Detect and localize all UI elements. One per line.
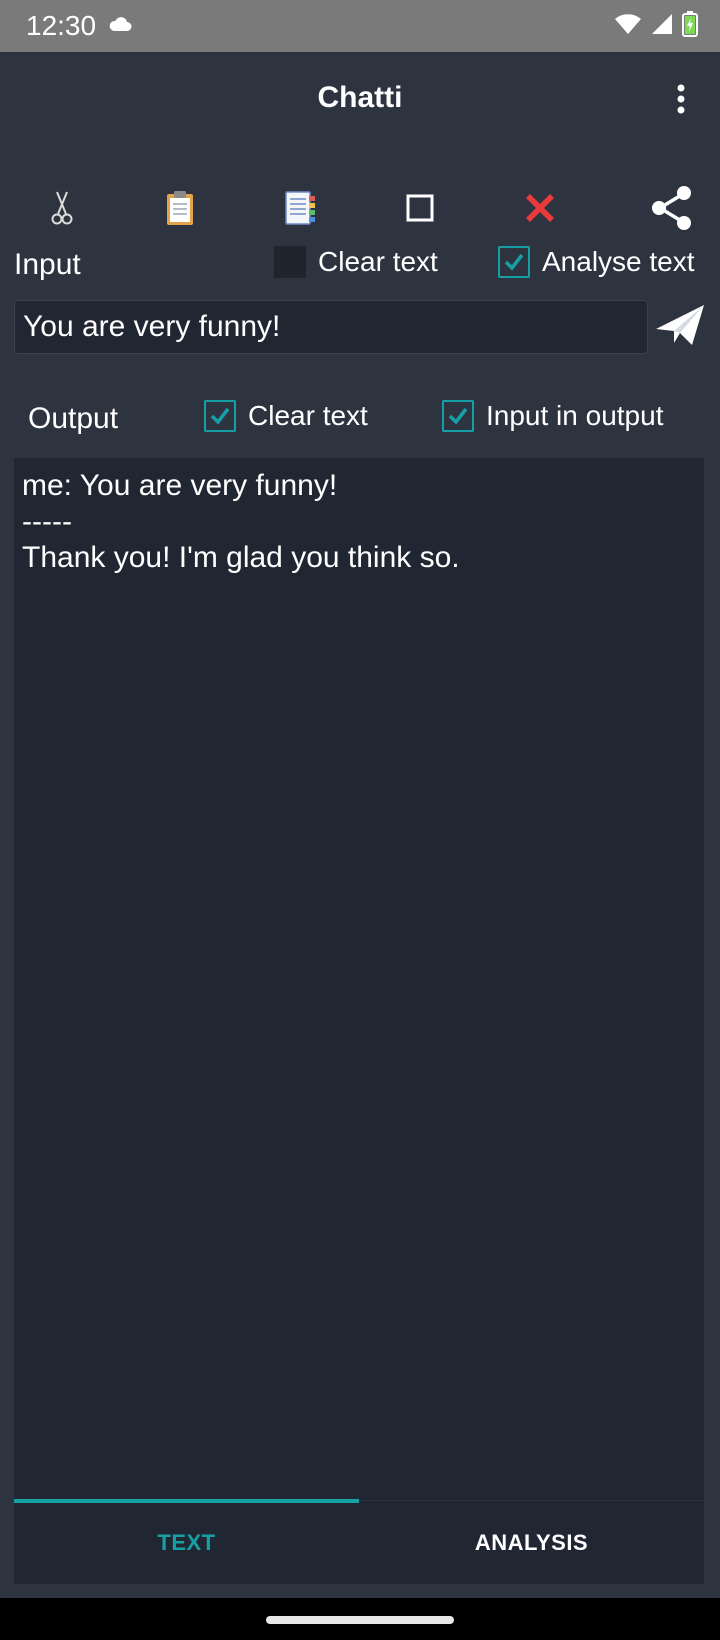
share-button[interactable] bbox=[642, 180, 702, 240]
app-bar: Chatti bbox=[0, 52, 720, 144]
analyse-text-checkbox[interactable]: Analyse text bbox=[498, 246, 695, 278]
send-button[interactable] bbox=[650, 300, 710, 354]
notes-icon bbox=[284, 190, 316, 231]
battery-charging-icon bbox=[682, 10, 698, 42]
cell-signal-icon bbox=[650, 13, 674, 40]
checkbox-box[interactable] bbox=[498, 246, 530, 278]
check-icon bbox=[504, 253, 524, 271]
input-field[interactable]: You are very funny! bbox=[14, 300, 648, 354]
tab-indicator bbox=[14, 1499, 359, 1503]
output-line: me: You are very funny! bbox=[22, 469, 338, 502]
more-vert-icon[interactable] bbox=[656, 74, 706, 124]
checkbox-box[interactable] bbox=[204, 400, 236, 432]
input-header: Input Clear text Analyse text bbox=[0, 240, 720, 290]
share-icon bbox=[650, 185, 694, 236]
input-in-output-checkbox[interactable]: Input in output bbox=[442, 400, 663, 432]
checkbox-label: Clear text bbox=[248, 400, 368, 431]
tab-text[interactable]: TEXT bbox=[14, 1499, 359, 1585]
cut-button[interactable] bbox=[32, 180, 92, 240]
status-bar: 12:30 bbox=[0, 0, 720, 52]
tab-analysis[interactable]: ANALYSIS bbox=[359, 1501, 704, 1585]
cloud-icon bbox=[108, 16, 132, 37]
output-area[interactable]: me: You are very funny! ----- Thank you!… bbox=[14, 458, 704, 1500]
system-nav-bar bbox=[0, 1598, 720, 1640]
check-icon bbox=[448, 407, 468, 425]
output-label: Output bbox=[28, 402, 119, 435]
home-handle[interactable] bbox=[266, 1616, 454, 1624]
red-x-icon bbox=[522, 190, 558, 231]
status-right bbox=[614, 10, 698, 42]
wifi-icon bbox=[614, 13, 642, 40]
app-title: Chatti bbox=[317, 81, 403, 114]
toolbar bbox=[0, 180, 720, 240]
status-time: 12:30 bbox=[26, 10, 97, 41]
send-icon bbox=[654, 303, 706, 352]
output-separator: ----- bbox=[22, 505, 72, 538]
square-icon bbox=[406, 194, 434, 227]
checkbox-label: Clear text bbox=[318, 246, 438, 277]
checkbox-label: Input in output bbox=[486, 400, 664, 431]
checkbox-box[interactable] bbox=[442, 400, 474, 432]
tab-label: ANALYSIS bbox=[474, 1530, 589, 1555]
check-icon bbox=[210, 407, 230, 425]
output-clear-text-checkbox[interactable]: Clear text bbox=[204, 400, 368, 432]
checkbox-box[interactable] bbox=[274, 246, 306, 278]
tab-label: TEXT bbox=[157, 1530, 216, 1555]
paste-button[interactable] bbox=[150, 180, 210, 240]
scissors-icon bbox=[50, 190, 74, 231]
copy-button[interactable] bbox=[270, 180, 330, 240]
output-header: Output Clear text Input in output bbox=[0, 394, 720, 444]
tab-bar: TEXT ANALYSIS bbox=[14, 1499, 704, 1585]
checkbox-label: Analyse text bbox=[542, 246, 695, 277]
select-all-button[interactable] bbox=[390, 180, 450, 240]
output-line: Thank you! I'm glad you think so. bbox=[22, 541, 460, 574]
delete-button[interactable] bbox=[510, 180, 570, 240]
input-clear-text-checkbox[interactable]: Clear text bbox=[274, 246, 438, 278]
status-left: 12:30 bbox=[26, 10, 132, 42]
input-label: Input bbox=[14, 248, 81, 281]
clipboard-icon bbox=[165, 190, 195, 231]
